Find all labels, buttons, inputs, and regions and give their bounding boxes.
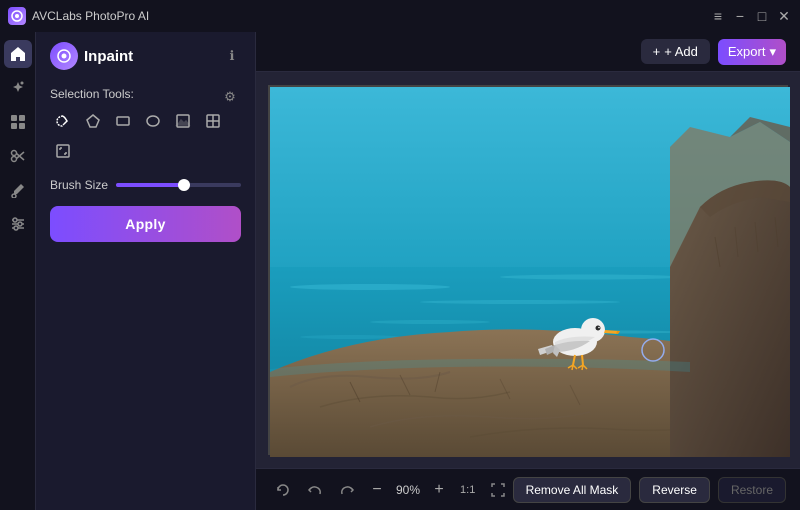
app-title: AVCLabs PhotoPro AI <box>32 9 149 23</box>
tool-icons <box>50 108 241 164</box>
undo-button[interactable] <box>302 477 328 503</box>
restore-button: Restore <box>718 477 786 503</box>
rect-select-button[interactable] <box>110 108 136 134</box>
canvas-svg <box>270 87 790 457</box>
selection-tools-label: Selection Tools: <box>50 87 134 101</box>
rotate-left-button[interactable] <box>270 477 296 503</box>
titlebar: AVCLabs PhotoPro AI ≡ − □ ✕ <box>0 0 800 32</box>
titlebar-left: AVCLabs PhotoPro AI <box>8 7 149 25</box>
gear-button[interactable]: ⚙ <box>219 86 241 108</box>
sidebar-item-grid[interactable] <box>4 108 32 136</box>
brush-select-button[interactable] <box>200 108 226 134</box>
add-icon: + <box>653 44 661 59</box>
sidebar-item-ai[interactable] <box>4 74 32 102</box>
export-label: Export <box>728 44 766 59</box>
zoom-level-label: 90% <box>394 483 422 497</box>
titlebar-controls: ≡ − □ ✕ <box>710 8 792 24</box>
bottom-left-controls: − 90% + 1:1 <box>270 477 511 503</box>
canvas-area <box>256 72 800 468</box>
polygon-lasso-button[interactable] <box>80 108 106 134</box>
sidebar-item-paint[interactable] <box>4 176 32 204</box>
panel-title: Inpaint <box>84 48 133 65</box>
tools-panel: Inpaint ℹ Selection Tools: ⚙ <box>36 32 256 510</box>
image-select-button[interactable] <box>170 108 196 134</box>
export-button[interactable]: Export ▾ <box>718 39 786 65</box>
fit-screen-button[interactable] <box>485 477 511 503</box>
right-panel: + + Add Export ▾ <box>256 32 800 510</box>
sidebar-item-scissors[interactable] <box>4 142 32 170</box>
add-label: + Add <box>664 44 698 59</box>
selection-tools-section: Selection Tools: ⚙ <box>50 86 241 164</box>
brush-size-section: Brush Size <box>50 178 241 192</box>
zoom-1-1-button[interactable]: 1:1 <box>456 482 479 498</box>
top-bar: + + Add Export ▾ <box>256 32 800 72</box>
minimize-button[interactable]: − <box>732 8 748 24</box>
add-button[interactable]: + + Add <box>641 39 710 64</box>
zoom-out-button[interactable]: − <box>366 479 388 501</box>
panel-title-row: Inpaint <box>50 42 133 70</box>
zoom-in-button[interactable]: + <box>428 479 450 501</box>
remove-all-mask-button[interactable]: Remove All Mask <box>513 477 632 503</box>
magic-select-button[interactable] <box>50 138 76 164</box>
close-button[interactable]: ✕ <box>776 8 792 24</box>
brush-size-slider[interactable] <box>116 183 241 187</box>
export-chevron-icon: ▾ <box>769 44 776 60</box>
bottom-right-controls: Remove All Mask Reverse Restore <box>513 477 786 503</box>
sidebar-item-adjust[interactable] <box>4 210 32 238</box>
panel-icon <box>50 42 78 70</box>
ellipse-select-button[interactable] <box>140 108 166 134</box>
reverse-button[interactable]: Reverse <box>639 477 710 503</box>
app-icon <box>8 7 26 25</box>
bottom-toolbar: − 90% + 1:1 Remove All Mask Reverse Rest… <box>256 468 800 510</box>
main-layout: Inpaint ℹ Selection Tools: ⚙ <box>0 32 800 510</box>
selection-tools-row: Selection Tools: ⚙ <box>50 86 241 108</box>
maximize-button[interactable]: □ <box>754 8 770 24</box>
lasso-tool-button[interactable] <box>50 108 76 134</box>
apply-button[interactable]: Apply <box>50 206 241 242</box>
redo-button[interactable] <box>334 477 360 503</box>
image-container[interactable] <box>268 85 788 455</box>
menu-button[interactable]: ≡ <box>710 8 726 24</box>
sidebar-item-home[interactable] <box>4 40 32 68</box>
panel-header: Inpaint ℹ <box>50 42 241 70</box>
info-button[interactable]: ℹ <box>223 47 241 65</box>
icon-sidebar <box>0 32 36 510</box>
brush-size-label: Brush Size <box>50 178 108 192</box>
